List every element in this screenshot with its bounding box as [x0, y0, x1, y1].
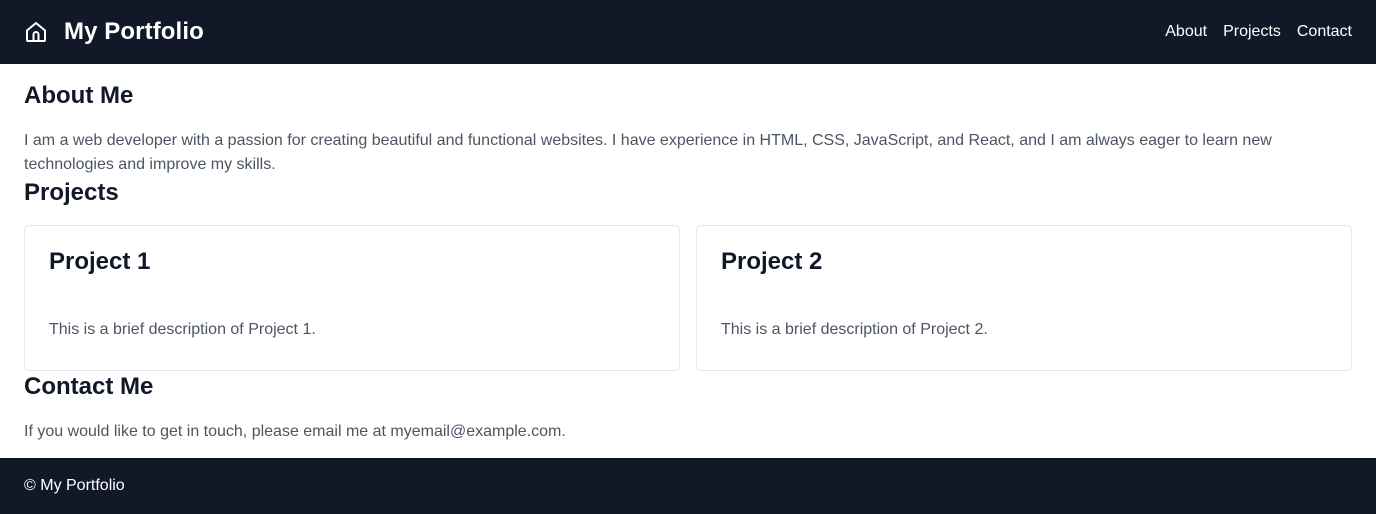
project-title: Project 2 — [721, 248, 823, 275]
page: My Portfolio About Projects Contact Abou… — [0, 0, 1376, 514]
project-card: Project 2 This is a brief description of… — [696, 225, 1352, 371]
footer: © My Portfolio — [0, 458, 1376, 514]
nav-link-contact[interactable]: Contact — [1297, 23, 1352, 41]
project-card: Project 1 This is a brief description of… — [24, 225, 680, 371]
contact-heading: Contact Me — [24, 373, 154, 400]
contact-section: Contact Me If you would like to get in t… — [24, 373, 1352, 444]
site-title: My Portfolio — [64, 18, 204, 45]
home-icon — [24, 20, 48, 44]
nav-link-projects[interactable]: Projects — [1223, 23, 1281, 41]
projects-section: Projects Project 1 This is a brief descr… — [24, 179, 1352, 371]
project-title: Project 1 — [49, 248, 151, 275]
contact-text: If you would like to get in touch, pleas… — [24, 423, 566, 440]
about-text: I am a web developer with a passion for … — [24, 132, 1272, 173]
footer-text: © My Portfolio — [24, 477, 125, 494]
main-nav: About Projects Contact — [1165, 23, 1352, 41]
project-description: This is a brief description of Project 2… — [721, 321, 988, 338]
main-content: About Me I am a web developer with a pas… — [0, 64, 1376, 458]
about-section: About Me I am a web developer with a pas… — [24, 82, 1352, 177]
projects-heading: Projects — [24, 179, 119, 206]
project-description: This is a brief description of Project 1… — [49, 321, 316, 338]
project-grid: Project 1 This is a brief description of… — [24, 225, 1352, 371]
top-navbar: My Portfolio About Projects Contact — [0, 0, 1376, 64]
about-heading: About Me — [24, 82, 134, 109]
brand-link[interactable]: My Portfolio — [24, 18, 204, 46]
nav-link-about[interactable]: About — [1165, 23, 1207, 41]
